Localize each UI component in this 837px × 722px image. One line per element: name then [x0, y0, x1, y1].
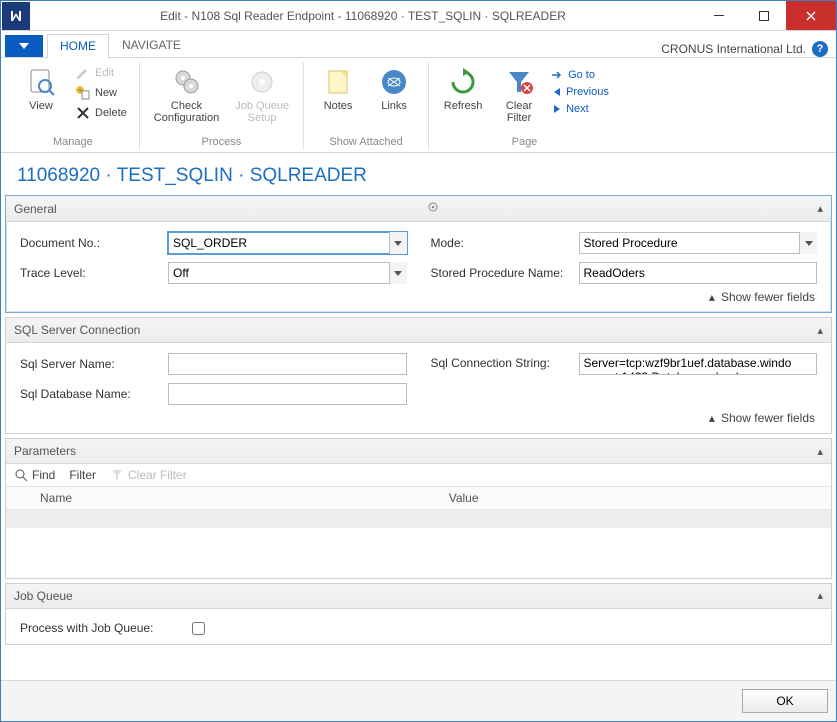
sql-server-label: Sql Server Name: — [20, 357, 160, 371]
section-parameters: Parameters ▴ Find Filter Clear Filter Na… — [5, 438, 832, 579]
col-name[interactable]: Name — [34, 487, 443, 510]
edit-button[interactable]: Edit — [73, 64, 129, 82]
help-icon[interactable]: ? — [812, 41, 828, 57]
chevron-up-icon[interactable]: ▴ — [817, 324, 823, 337]
gear-icon[interactable] — [427, 201, 441, 216]
document-no-input[interactable] — [168, 232, 407, 254]
next-link[interactable]: Next — [551, 102, 610, 116]
refresh-button[interactable]: Refresh — [439, 64, 487, 114]
ribbon-group-manage: View Edit New Delete — [7, 62, 140, 150]
filter-button[interactable]: Filter — [69, 468, 96, 482]
chevron-up-icon: ▴ — [709, 411, 715, 425]
delete-button[interactable]: Delete — [73, 104, 129, 122]
section-sql-connection: SQL Server Connection ▴ Sql Server Name:… — [5, 317, 832, 434]
new-button[interactable]: New — [73, 84, 129, 102]
sp-name-label: Stored Procedure Name: — [431, 266, 571, 280]
job-queue-setup-button[interactable]: Job Queue Setup — [231, 64, 293, 126]
clear-filter-button-small[interactable]: Clear Filter — [110, 468, 187, 482]
process-job-queue-checkbox[interactable] — [192, 622, 205, 635]
table-row[interactable] — [6, 528, 831, 578]
chevron-up-icon: ▴ — [709, 290, 715, 304]
page-title: 11068920 · TEST_SQLIN · SQLREADER — [1, 153, 836, 195]
chevron-up-icon[interactable]: ▴ — [817, 202, 823, 215]
section-parameters-header[interactable]: Parameters ▴ — [6, 439, 831, 464]
app-icon — [2, 2, 30, 30]
table-row[interactable] — [6, 510, 831, 528]
show-fewer-fields-sql[interactable]: ▴ Show fewer fields — [20, 405, 817, 427]
trace-level-input[interactable] — [168, 262, 407, 284]
ribbon: View Edit New Delete — [1, 57, 836, 153]
clear-filter-button[interactable]: Clear Filter — [495, 64, 543, 126]
section-job-queue-header[interactable]: Job Queue ▴ — [6, 584, 831, 609]
check-configuration-label: Check Configuration — [154, 100, 219, 124]
mode-input[interactable] — [579, 232, 818, 254]
process-job-queue-label: Process with Job Queue: — [20, 621, 180, 635]
document-no-label: Document No.: — [20, 236, 160, 250]
chevron-up-icon[interactable]: ▴ — [817, 445, 823, 458]
section-job-queue: Job Queue ▴ Process with Job Queue: — [5, 583, 832, 645]
sql-db-label: Sql Database Name: — [20, 387, 160, 401]
sql-server-input[interactable] — [168, 353, 407, 375]
show-fewer-fields-general[interactable]: ▴ Show fewer fields — [20, 284, 817, 306]
dropdown-icon[interactable] — [389, 232, 407, 254]
previous-link[interactable]: Previous — [551, 85, 610, 99]
sql-conn-input[interactable] — [579, 353, 818, 375]
links-button[interactable]: Links — [370, 64, 418, 114]
goto-link[interactable]: Go to — [551, 68, 610, 82]
footer: OK — [1, 680, 836, 721]
ribbon-group-process: Check Configuration Job Queue Setup Proc… — [140, 62, 304, 150]
company-name: CRONUS International Ltd. — [661, 42, 806, 56]
dropdown-icon[interactable] — [799, 232, 817, 254]
notes-button[interactable]: Notes — [314, 64, 362, 114]
window-title: Edit - N108 Sql Reader Endpoint - 110689… — [30, 9, 696, 23]
ribbon-group-page: Refresh Clear Filter Go to Previous — [429, 62, 620, 150]
maximize-button[interactable] — [741, 1, 786, 30]
sql-db-input[interactable] — [168, 383, 407, 405]
chevron-up-icon[interactable]: ▴ — [817, 589, 823, 602]
ribbon-group-show-attached: Notes Links Show Attached — [304, 62, 429, 150]
clear-filter-label: Clear Filter — [506, 100, 532, 124]
find-button[interactable]: Find — [14, 468, 55, 482]
tab-home[interactable]: HOME — [47, 34, 109, 58]
minimize-button[interactable] — [696, 1, 741, 30]
sp-name-input[interactable] — [579, 262, 818, 284]
ribbon-tabstrip: HOME NAVIGATE CRONUS International Ltd. … — [1, 31, 836, 57]
view-button[interactable]: View — [17, 64, 65, 114]
dropdown-icon[interactable] — [389, 262, 407, 284]
check-configuration-button[interactable]: Check Configuration — [150, 64, 223, 126]
mode-label: Mode: — [431, 236, 571, 250]
trace-level-label: Trace Level: — [20, 266, 160, 280]
parameters-table: Name Value — [6, 487, 831, 578]
ok-button[interactable]: OK — [742, 689, 828, 713]
titlebar: Edit - N108 Sql Reader Endpoint - 110689… — [1, 1, 836, 31]
close-button[interactable] — [786, 1, 836, 30]
col-value[interactable]: Value — [443, 487, 831, 510]
app-menu-button[interactable] — [5, 35, 43, 57]
section-general: General ▴ Document No.: Trace Le — [5, 195, 832, 313]
window: Edit - N108 Sql Reader Endpoint - 110689… — [0, 0, 837, 722]
section-sql-header[interactable]: SQL Server Connection ▴ — [6, 318, 831, 343]
section-general-header[interactable]: General ▴ — [6, 196, 831, 222]
tab-navigate[interactable]: NAVIGATE — [109, 33, 194, 57]
job-queue-setup-label: Job Queue Setup — [235, 100, 289, 124]
sql-conn-label: Sql Connection String: — [431, 353, 571, 370]
